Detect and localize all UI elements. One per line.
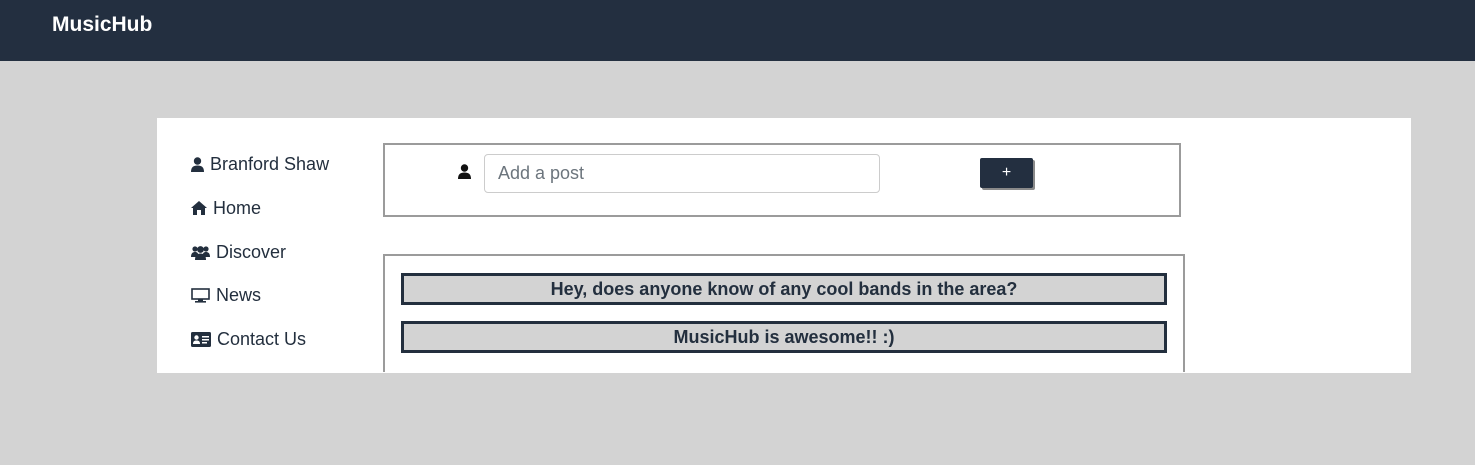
sidebar-item-news[interactable]: News xyxy=(191,283,261,307)
add-post-input[interactable] xyxy=(484,154,880,193)
add-post-button[interactable]: + xyxy=(980,158,1033,188)
top-navbar: MusicHub xyxy=(0,0,1475,61)
sidebar-item-label: Home xyxy=(213,197,262,218)
sidebar-item-label: Discover xyxy=(216,241,287,262)
brand-logo[interactable]: MusicHub xyxy=(52,13,152,37)
sidebar-item-discover[interactable]: Discover xyxy=(191,240,286,264)
post-composer: + xyxy=(383,143,1181,217)
address-card-icon xyxy=(191,331,211,347)
users-icon xyxy=(191,245,210,260)
user-icon xyxy=(458,164,471,179)
sidebar-item-label: Branford Shaw xyxy=(210,153,330,174)
sidebar-item-label: News xyxy=(216,284,262,305)
feed-post: MusicHub is awesome!! :) xyxy=(401,321,1167,353)
user-icon xyxy=(191,156,204,172)
sidebar-item-home[interactable]: Home xyxy=(191,196,261,220)
sidebar-item-contact[interactable]: Contact Us xyxy=(191,327,306,351)
post-feed: Hey, does anyone know of any cool bands … xyxy=(383,254,1185,372)
feed-post: Hey, does anyone know of any cool bands … xyxy=(401,273,1167,305)
monitor-icon xyxy=(191,287,210,303)
sidebar-item-profile[interactable]: Branford Shaw xyxy=(191,152,329,176)
main-card: Branford Shaw Home Discover News Contact… xyxy=(157,118,1411,373)
sidebar-item-label: Contact Us xyxy=(217,328,307,349)
home-icon xyxy=(191,201,207,215)
